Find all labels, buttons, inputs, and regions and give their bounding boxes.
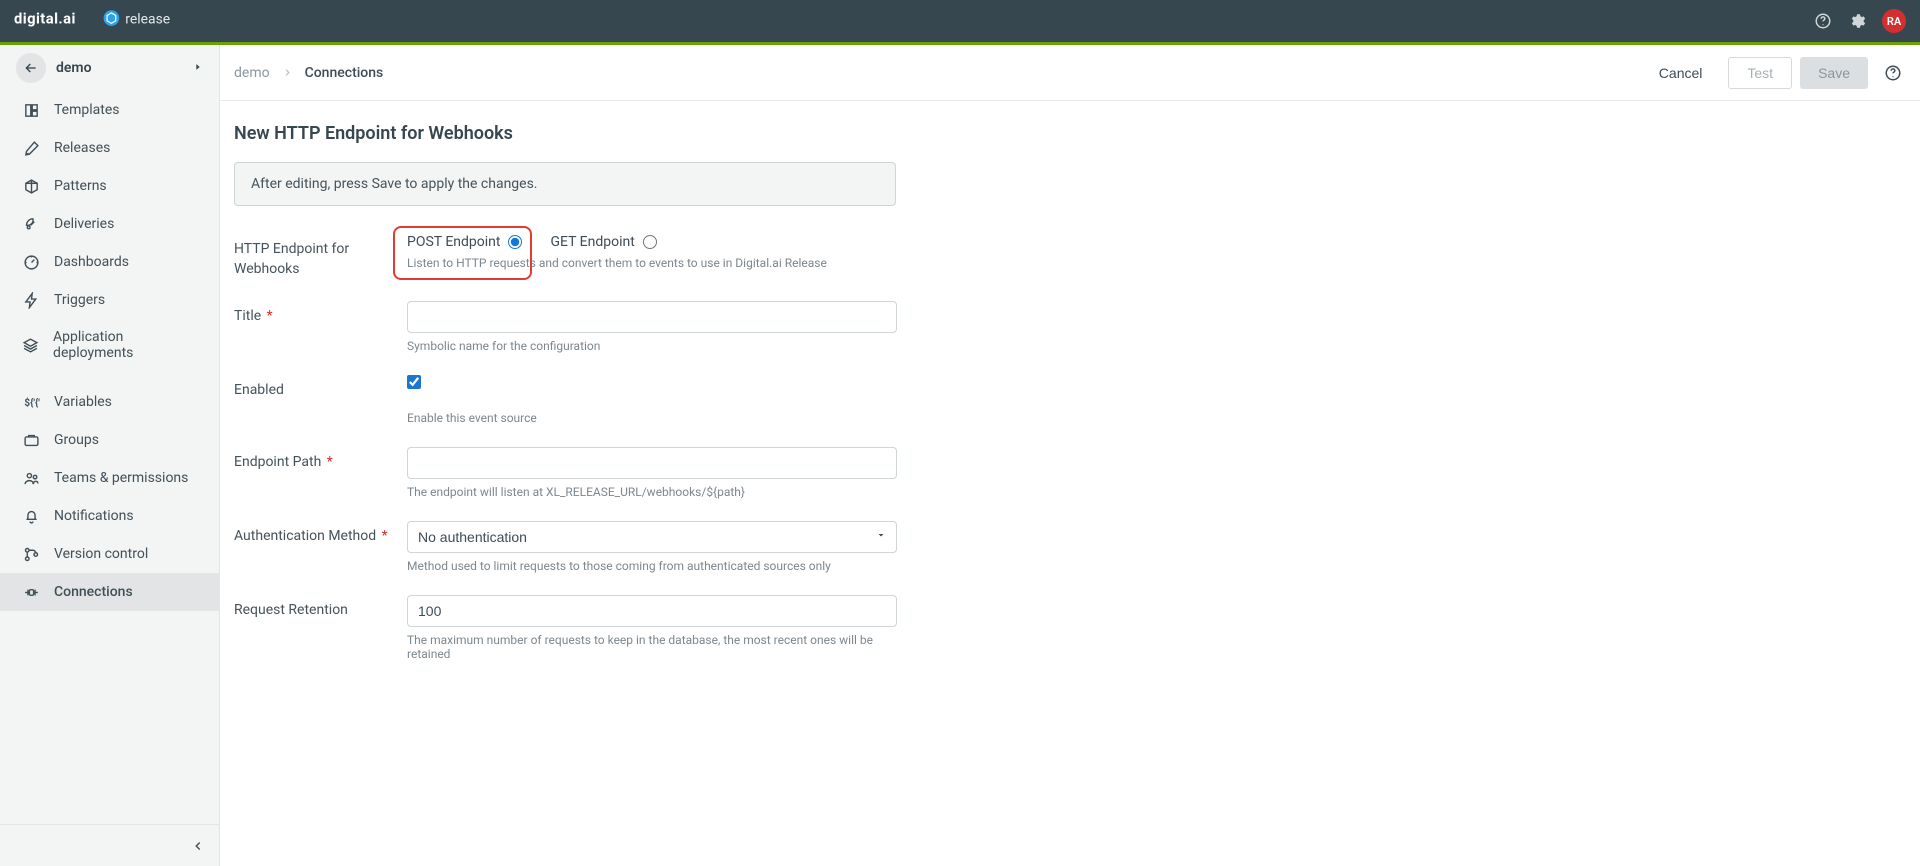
- sidebar-item-connections[interactable]: Connections: [0, 573, 219, 611]
- sidebar: demo Templates Releases Patterns Deliver…: [0, 45, 220, 866]
- releases-icon: [22, 139, 40, 157]
- variables-icon: ${'{'}: [22, 393, 40, 411]
- title-label: Title *: [234, 301, 407, 327]
- sidebar-item-releases[interactable]: Releases: [0, 129, 219, 167]
- templates-icon: [22, 101, 40, 119]
- get-endpoint-input[interactable]: [643, 235, 657, 249]
- groups-icon: [22, 431, 40, 449]
- auth-method-label: Authentication Method *: [234, 521, 407, 547]
- sidebar-expand-icon[interactable]: [193, 60, 203, 76]
- sidebar-item-label: Triggers: [54, 292, 105, 308]
- radio-label: GET Endpoint: [550, 234, 634, 250]
- enabled-label: Enabled: [234, 375, 407, 401]
- deliveries-icon: [22, 215, 40, 233]
- svg-text:digital.ai: digital.ai: [14, 9, 76, 27]
- sidebar-item-triggers[interactable]: Triggers: [0, 281, 219, 319]
- sidebar-header: demo: [0, 45, 219, 91]
- enabled-help: Enable this event source: [407, 411, 897, 425]
- endpoint-type-label: HTTP Endpoint for Webhooks: [234, 234, 407, 279]
- sidebar-item-dashboards[interactable]: Dashboards: [0, 243, 219, 281]
- breadcrumb: demo Connections: [234, 65, 383, 81]
- sidebar-title: demo: [56, 60, 193, 76]
- save-button[interactable]: Save: [1800, 57, 1868, 89]
- sidebar-item-label: Patterns: [54, 178, 107, 194]
- version-control-icon: [22, 545, 40, 563]
- content: demo Connections Cancel Test Save New HT…: [220, 45, 1920, 866]
- radio-label: POST Endpoint: [407, 234, 500, 250]
- triggers-icon: [22, 291, 40, 309]
- endpoint-type-help: Listen to HTTP requests and convert them…: [407, 256, 897, 270]
- breadcrumb-current: Connections: [305, 65, 384, 81]
- breadcrumb-root[interactable]: demo: [234, 65, 270, 81]
- sidebar-item-label: Connections: [54, 584, 133, 600]
- sidebar-item-label: Teams & permissions: [54, 470, 188, 486]
- sidebar-item-variables[interactable]: ${'{'} Variables: [0, 383, 219, 421]
- endpoint-path-help: The endpoint will listen at XL_RELEASE_U…: [407, 485, 897, 499]
- deployments-icon: [22, 336, 39, 354]
- sidebar-item-teams[interactable]: Teams & permissions: [0, 459, 219, 497]
- sidebar-item-label: Application deployments: [53, 329, 199, 361]
- settings-icon[interactable]: [1848, 12, 1866, 30]
- sidebar-item-app-deployments[interactable]: Application deployments: [0, 319, 219, 371]
- sidebar-item-templates[interactable]: Templates: [0, 91, 219, 129]
- get-endpoint-radio[interactable]: GET Endpoint: [550, 234, 656, 250]
- sidebar-item-version-control[interactable]: Version control: [0, 535, 219, 573]
- header-actions: Cancel Test Save: [1641, 57, 1902, 89]
- post-endpoint-radio[interactable]: POST Endpoint: [407, 234, 522, 250]
- sidebar-item-label: Templates: [54, 102, 120, 118]
- retention-label: Request Retention: [234, 595, 407, 621]
- sidebar-item-label: Dashboards: [54, 254, 129, 270]
- svg-text:${'{'}: ${'{'}: [24, 398, 40, 409]
- title-help: Symbolic name for the configuration: [407, 339, 897, 353]
- title-input[interactable]: [407, 301, 897, 333]
- retention-help: The maximum number of requests to keep i…: [407, 633, 897, 661]
- sidebar-item-label: Groups: [54, 432, 99, 448]
- endpoint-path-label: Endpoint Path *: [234, 447, 407, 473]
- top-bar: digital.ai release RA: [0, 0, 1920, 42]
- enabled-checkbox[interactable]: [407, 375, 421, 389]
- sidebar-item-label: Variables: [54, 394, 112, 410]
- sidebar-item-patterns[interactable]: Patterns: [0, 167, 219, 205]
- endpoint-type-group: POST Endpoint GET Endpoint: [407, 234, 897, 250]
- notifications-icon: [22, 507, 40, 525]
- back-button[interactable]: [16, 53, 46, 83]
- form: HTTP Endpoint for Webhooks POST Endpoint…: [234, 206, 1140, 661]
- dashboards-icon: [22, 253, 40, 271]
- brand-logo: digital.ai release: [14, 9, 214, 33]
- sidebar-collapse-button[interactable]: [0, 824, 219, 866]
- user-avatar[interactable]: RA: [1882, 9, 1906, 33]
- page-title: New HTTP Endpoint for Webhooks: [234, 123, 1140, 144]
- patterns-icon: [22, 177, 40, 195]
- sidebar-item-label: Notifications: [54, 508, 134, 524]
- post-endpoint-input[interactable]: [508, 235, 522, 249]
- content-help-icon[interactable]: [1884, 64, 1902, 82]
- content-header: demo Connections Cancel Test Save: [220, 45, 1920, 101]
- chevron-right-icon: [282, 67, 293, 78]
- retention-input[interactable]: [407, 595, 897, 627]
- teams-icon: [22, 469, 40, 487]
- sidebar-item-label: Deliveries: [54, 216, 114, 232]
- test-button[interactable]: Test: [1728, 57, 1792, 89]
- auth-method-help: Method used to limit requests to those c…: [407, 559, 897, 573]
- endpoint-path-input[interactable]: [407, 447, 897, 479]
- sidebar-item-label: Version control: [54, 546, 148, 562]
- sidebar-item-deliveries[interactable]: Deliveries: [0, 205, 219, 243]
- sidebar-item-label: Releases: [54, 140, 110, 156]
- cancel-button[interactable]: Cancel: [1641, 57, 1721, 89]
- svg-text:release: release: [125, 11, 170, 27]
- sidebar-item-groups[interactable]: Groups: [0, 421, 219, 459]
- help-icon[interactable]: [1814, 12, 1832, 30]
- info-box: After editing, press Save to apply the c…: [234, 162, 896, 206]
- auth-method-select[interactable]: No authentication: [407, 521, 897, 553]
- connections-icon: [22, 583, 40, 601]
- sidebar-item-notifications[interactable]: Notifications: [0, 497, 219, 535]
